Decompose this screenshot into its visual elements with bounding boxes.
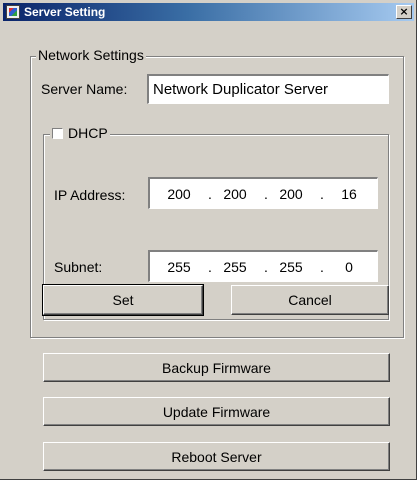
subnet-octet-4[interactable]: 0 (326, 252, 372, 281)
ip-address-label: IP Address: (54, 187, 126, 203)
backup-firmware-label: Backup Firmware (162, 359, 271, 376)
close-icon: × (399, 5, 409, 18)
app-icon (6, 5, 20, 19)
title-bar[interactable]: Server Setting × (3, 3, 414, 21)
network-settings-group: Network Settings Server Name: DHCP IP Ad… (30, 47, 404, 338)
reboot-server-button[interactable]: Reboot Server (43, 442, 390, 471)
set-button[interactable]: Set (42, 284, 204, 316)
backup-firmware-button[interactable]: Backup Firmware (43, 353, 390, 382)
subnet-label: Subnet: (54, 259, 103, 275)
cancel-button-label: Cancel (288, 292, 332, 308)
window-title: Server Setting (24, 5, 106, 19)
dhcp-label: DHCP (68, 125, 108, 141)
network-settings-legend: Network Settings (36, 47, 146, 63)
ip-octet-4[interactable]: 16 (326, 179, 372, 208)
ip-separator: . (320, 185, 324, 202)
dhcp-checkbox[interactable] (52, 127, 63, 139)
set-button-label: Set (112, 292, 134, 308)
ip-octet-3[interactable]: 200 (268, 179, 314, 208)
update-firmware-button[interactable]: Update Firmware (43, 397, 390, 426)
update-firmware-label: Update Firmware (162, 403, 271, 420)
ip-octet-2[interactable]: 200 (212, 179, 258, 208)
dhcp-legend[interactable]: DHCP (50, 125, 110, 141)
reboot-server-label: Reboot Server (171, 448, 262, 465)
subnet-octet-3[interactable]: 255 (268, 252, 314, 281)
server-name-field[interactable] (146, 73, 390, 105)
server-name-input[interactable] (149, 76, 388, 103)
close-button[interactable]: × (396, 5, 412, 19)
server-setting-dialog: Server Setting × Network Settings Server… (0, 0, 417, 480)
subnet-field[interactable]: 255 . 255 . 255 . 0 (147, 249, 379, 283)
server-name-label: Server Name: (41, 81, 128, 97)
ip-address-field[interactable]: 200 . 200 . 200 . 16 (147, 176, 379, 210)
subnet-octet-2[interactable]: 255 (212, 252, 258, 281)
subnet-octet-1[interactable]: 255 (156, 252, 202, 281)
cancel-button[interactable]: Cancel (231, 285, 389, 315)
subnet-separator: . (320, 258, 324, 275)
ip-octet-1[interactable]: 200 (156, 179, 202, 208)
